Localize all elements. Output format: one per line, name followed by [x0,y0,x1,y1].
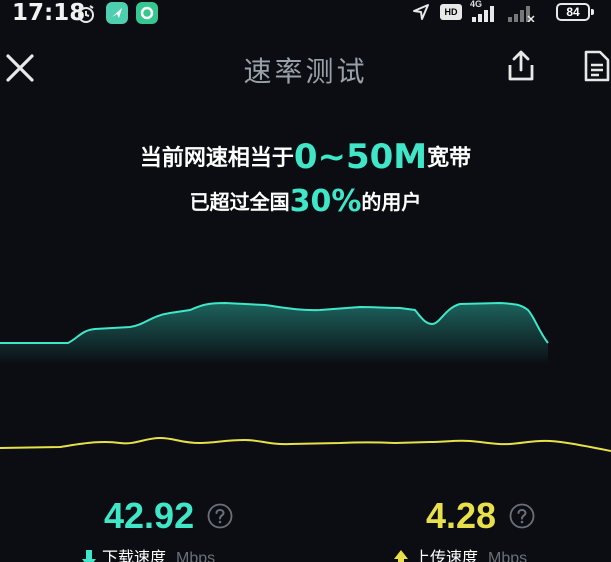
download-label: 下载速度 [102,548,167,562]
speed-test-screen: 17:18 HD 4G 84 速率测试 当前网速相当于0~50M宽带 已超过全国… [0,0,611,562]
arrow-down-icon [82,549,96,562]
download-stat: 42.92 [104,495,233,537]
upload-unit: Mbps [488,550,528,562]
alarm-icon [78,5,94,23]
header: 速率测试 [0,36,611,98]
download-label-row: 下载速度 Mbps [82,544,215,562]
download-unit: Mbps [176,550,216,562]
location-icon [413,4,429,20]
arrow-up-icon [394,549,408,562]
share-icon[interactable] [503,48,539,84]
bandwidth-highlight: 0~50M [293,137,428,177]
hd-badge: HD [440,4,462,20]
status-bar: 17:18 HD 4G 84 [0,0,611,26]
status-time: 17:18 [12,0,86,26]
bandwidth-prefix: 当前网速相当于 [139,146,294,171]
battery-tip [591,9,594,15]
speed-graph [0,301,611,452]
document-icon[interactable] [580,48,611,84]
upload-label: 上传速度 [414,548,479,562]
battery-icon: 84 [556,3,590,21]
ranking-suffix: 的用户 [361,190,422,214]
app-icon [136,2,158,24]
download-speed-value: 42.92 [104,495,195,536]
upload-label-row: 上传速度 Mbps [394,544,527,562]
upload-stat: 4.28 [426,495,535,537]
app-icon [106,2,128,24]
signal-icon [472,6,494,22]
bandwidth-equivalent-text: 当前网速相当于0~50M宽带 [0,137,611,177]
help-icon[interactable] [207,503,233,529]
ranking-prefix: 已超过全国 [189,190,290,214]
help-icon[interactable] [509,503,535,529]
upload-speed-value: 4.28 [426,495,497,536]
ranking-highlight: 30% [289,184,362,219]
ranking-text: 已超过全国30%的用户 [0,184,611,219]
upload-curve [0,436,611,452]
bandwidth-suffix: 宽带 [427,146,472,171]
signal-icon [508,6,535,22]
